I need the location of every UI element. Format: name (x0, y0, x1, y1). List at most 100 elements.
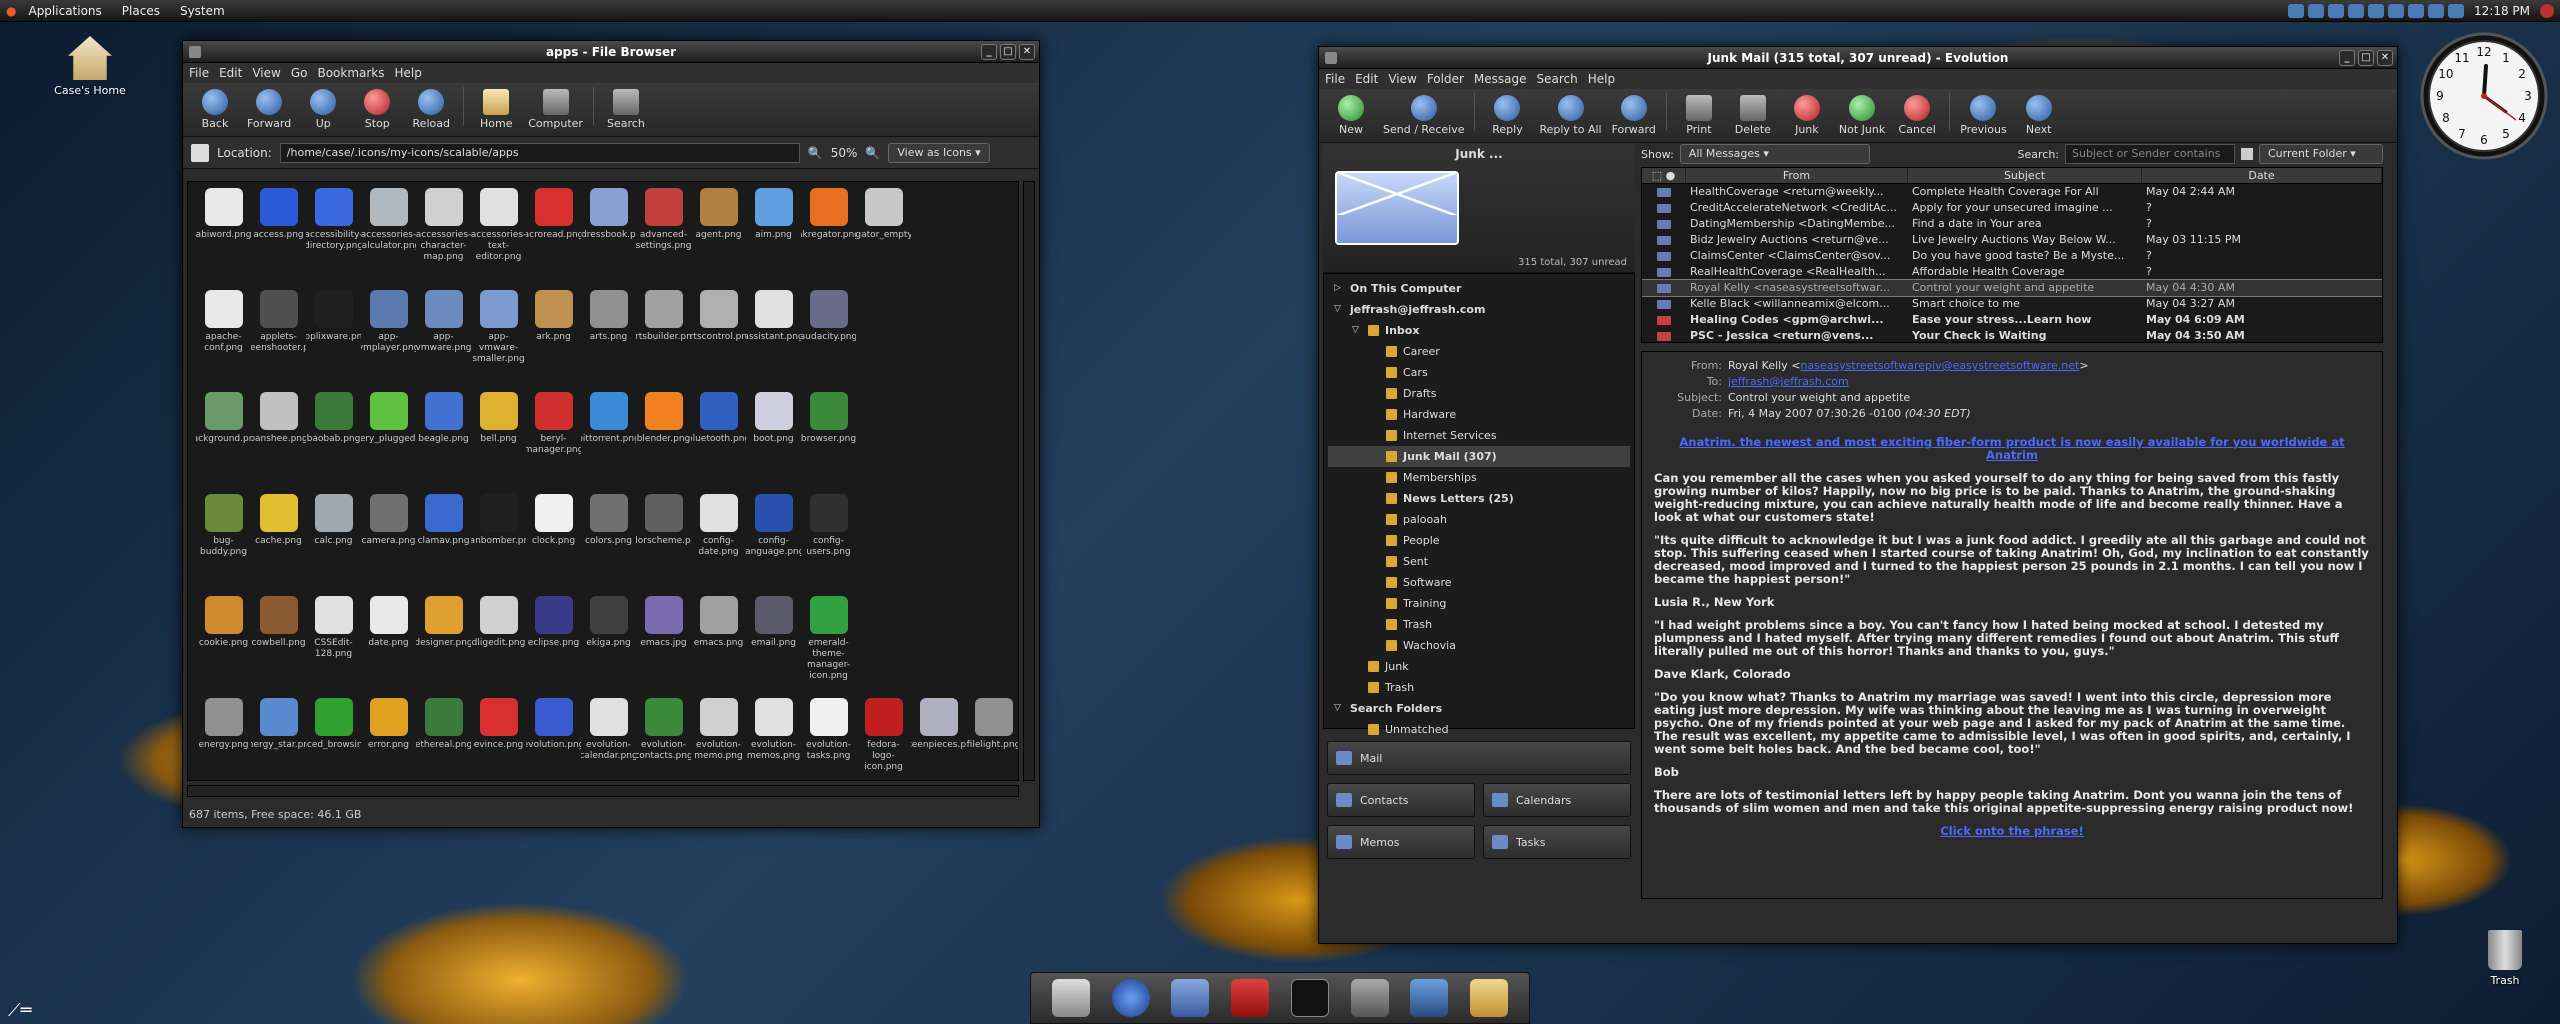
file-item[interactable]: clock.png (526, 494, 581, 596)
file-item[interactable]: email.png (746, 596, 801, 698)
folder-tree-item[interactable]: Sent (1328, 551, 1630, 572)
file-item[interactable]: camera.png (361, 494, 416, 596)
up-button[interactable]: Up (297, 87, 349, 132)
dock-pidgin-icon[interactable] (1051, 979, 1090, 1017)
memos-switch-button[interactable]: Memos (1327, 825, 1475, 859)
folder-tree-item[interactable]: Trash (1328, 614, 1630, 635)
file-item[interactable]: evolution-memos.png (746, 698, 801, 780)
vertical-scrollbar[interactable] (1023, 181, 1035, 781)
folder-tree-item[interactable]: Internet Services (1328, 425, 1630, 446)
file-item[interactable]: config-language.png (746, 494, 801, 596)
headline-link[interactable]: Anatrim. the newest and most exciting fi… (1679, 435, 2344, 462)
file-item[interactable]: browser.png (801, 392, 856, 494)
folder-tree-item[interactable]: Career (1328, 341, 1630, 362)
file-item[interactable]: evolution-memo.png (691, 698, 746, 780)
message-status-cell[interactable] (1642, 312, 1686, 328)
folder-tree-item[interactable]: People (1328, 530, 1630, 551)
file-item[interactable]: app-vmware.png (416, 290, 471, 392)
menu-system[interactable]: System (172, 4, 233, 18)
file-item[interactable]: abiword.png (196, 188, 251, 290)
file-item[interactable]: acroread.png (526, 188, 581, 290)
status-column-header[interactable]: ⬚ ● (1642, 168, 1686, 183)
file-item[interactable]: emacs.png (691, 596, 746, 698)
file-item[interactable]: emacs.jpg (636, 596, 691, 698)
file-item[interactable]: error.png (361, 698, 416, 780)
search-input[interactable]: Subject or Sender contains (2065, 144, 2235, 164)
folder-tree-item[interactable]: ▽ Inbox (1328, 320, 1630, 341)
file-item[interactable]: app-vmplayer.png (361, 290, 416, 392)
show-filter-select[interactable]: All Messages ▾ (1679, 144, 1870, 164)
file-item[interactable]: fifteenpieces.png (911, 698, 966, 780)
user-icon[interactable] (2428, 3, 2444, 18)
location-input[interactable]: /home/case/.icons/my-icons/scalable/apps (279, 142, 800, 163)
next-button[interactable]: Next (2013, 93, 2065, 138)
reply-all-button[interactable]: Reply to All (1535, 93, 1605, 138)
maximize-button[interactable]: □ (1000, 44, 1016, 60)
file-item[interactable]: assistant.png (746, 290, 801, 392)
folder-tree-item[interactable]: Drafts (1328, 383, 1630, 404)
stop-button[interactable]: Stop (351, 87, 403, 132)
file-item[interactable]: eclipse.png (526, 596, 581, 698)
file-item[interactable]: ethereal.png (416, 698, 471, 780)
menu-folder[interactable]: Folder (1427, 72, 1464, 86)
back-button[interactable]: Back (189, 87, 241, 132)
file-item[interactable]: designer.png (416, 596, 471, 698)
horizontal-scrollbar[interactable] (187, 785, 1019, 797)
file-item[interactable]: evolution-contacts.png (636, 698, 691, 780)
folder-tree-item[interactable]: Hardware (1328, 404, 1630, 425)
file-item[interactable]: dligedit.png (471, 596, 526, 698)
message-row[interactable]: Royal Kelly <naseasystreetsoftwar... Cont… (1642, 279, 2382, 297)
file-item[interactable]: addressbook.png (581, 188, 636, 290)
gnome-foot-icon[interactable]: ● (6, 4, 16, 18)
folder-tree-item[interactable]: Junk Mail (307) (1328, 446, 1630, 467)
message-status-cell[interactable] (1642, 296, 1686, 312)
message-row[interactable]: RealHealthCoverage <RealHealth... Afforda… (1642, 264, 2382, 280)
file-item[interactable]: cookie.png (196, 596, 251, 698)
expander-arrow-icon[interactable]: ▽ (1334, 299, 1344, 320)
panel-clock[interactable]: 12:18 PM (2474, 4, 2530, 18)
from-column-header[interactable]: From (1686, 168, 1908, 183)
expander-arrow-icon[interactable]: ▷ (1334, 278, 1344, 299)
file-item[interactable]: applixware.png (306, 290, 361, 392)
dock-browser-icon[interactable] (1111, 979, 1150, 1017)
file-item[interactable]: background.png (196, 392, 251, 494)
zoom-out-icon[interactable]: 🔍 (808, 146, 823, 160)
battery-icon[interactable] (2448, 3, 2464, 18)
clear-search-icon[interactable] (2241, 148, 2253, 160)
file-item[interactable]: applets-screenshooter.png (251, 290, 306, 392)
file-item[interactable]: clamav.png (416, 494, 471, 596)
file-item[interactable]: audacity.png (801, 290, 856, 392)
message-status-cell[interactable] (1642, 200, 1686, 216)
folder-tree-item[interactable]: Unmatched (1328, 719, 1630, 740)
file-item[interactable]: accessories-character-map.png (416, 188, 471, 290)
message-row[interactable]: CreditAccelerateNetwork <CreditAc... Appl… (1642, 200, 2382, 216)
menu-edit[interactable]: Edit (219, 66, 242, 80)
file-item[interactable]: bittorrent.png (581, 392, 636, 494)
contacts-switch-button[interactable]: Contacts (1327, 783, 1475, 817)
folder-tree-item[interactable]: Wachovia (1328, 635, 1630, 656)
file-item[interactable]: accessories-calculator.png (361, 188, 416, 290)
dock-folder-icon[interactable] (1470, 979, 1509, 1017)
message-status-cell[interactable] (1642, 248, 1686, 264)
file-item[interactable]: ark.png (526, 290, 581, 392)
power-icon[interactable] (2540, 3, 2554, 18)
forward-button[interactable]: Forward (243, 87, 295, 132)
dock-book-icon[interactable] (1231, 979, 1270, 1017)
message-status-cell[interactable] (1642, 264, 1686, 280)
file-item[interactable]: apache-conf.png (196, 290, 251, 392)
menu-file[interactable]: File (189, 66, 209, 80)
file-item[interactable]: config-date.png (691, 494, 746, 596)
to-email-link[interactable]: jeffrash@jeffrash.com (1728, 375, 1849, 388)
file-item[interactable]: advanced-settings.png (636, 188, 691, 290)
message-row[interactable]: Kelle Black <willanneamix@elcom... Smart … (1642, 296, 2382, 312)
file-item[interactable]: bluetooth.png (691, 392, 746, 494)
message-row[interactable]: DatingMembership <DatingMembe... Find a d… (1642, 216, 2382, 232)
file-item[interactable]: boot.png (746, 392, 801, 494)
media-play-icon[interactable] (2288, 3, 2304, 18)
dock-notes-icon[interactable] (1171, 979, 1210, 1017)
message-row[interactable]: Healing Codes <gpm@archwi... Ease your st… (1642, 312, 2382, 328)
menu-view[interactable]: View (252, 66, 280, 80)
file-item[interactable]: evolution.png (526, 698, 581, 780)
media-pause-icon[interactable] (2308, 3, 2324, 18)
file-item[interactable]: akregator_empty.png (856, 188, 911, 290)
